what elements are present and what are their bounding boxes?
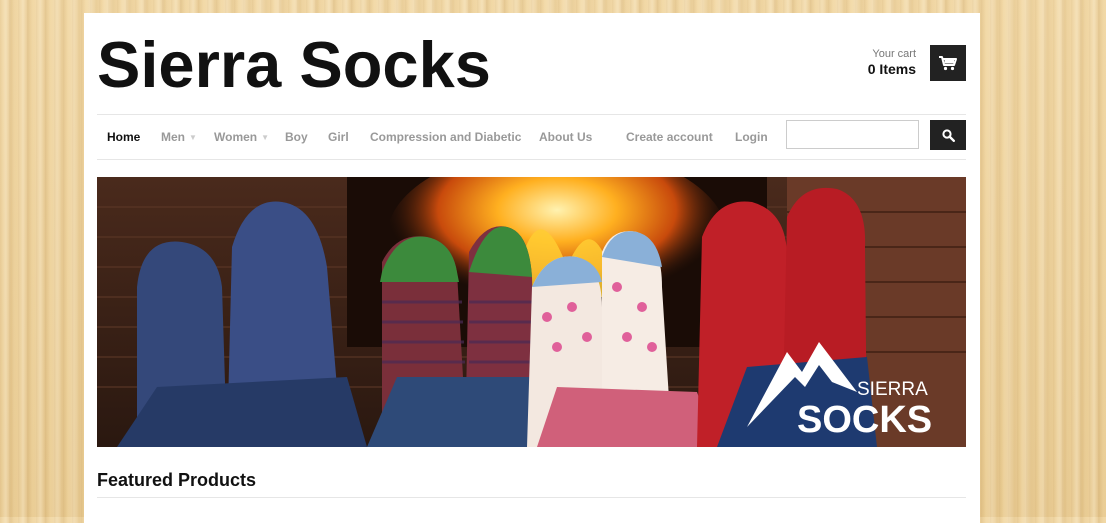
nav-men-label: Men — [161, 130, 185, 144]
page-container: Sierra Socks Your cart 0 Items Home Men ▼… — [84, 13, 980, 523]
nav-women[interactable]: Women ▼ — [214, 130, 269, 144]
nav-boy[interactable]: Boy — [285, 130, 308, 144]
cart-label: Your cart — [872, 48, 916, 60]
section-divider — [97, 497, 966, 498]
store-logo[interactable]: Sierra Socks — [97, 30, 491, 100]
nav-home[interactable]: Home — [107, 130, 140, 144]
cart-summary[interactable]: Your cart 0 Items — [868, 48, 916, 78]
nav-men[interactable]: Men ▼ — [161, 130, 197, 144]
hero-logo-line2: SOCKS — [797, 399, 932, 441]
nav-about-us[interactable]: About Us — [539, 130, 592, 144]
nav-girl[interactable]: Girl — [328, 130, 349, 144]
search-button[interactable] — [930, 120, 966, 150]
nav-compression-diabetic[interactable]: Compression and Diabetic — [370, 130, 521, 144]
nav-women-label: Women — [214, 130, 258, 144]
search-icon — [941, 128, 955, 142]
shopping-cart-icon — [939, 56, 957, 71]
nav-create-account[interactable]: Create account — [626, 130, 713, 144]
hero-logo-line1: SIERRA — [857, 379, 928, 400]
cart-button[interactable] — [930, 45, 966, 81]
hero-banner-image: SIERRA SOCKS — [97, 177, 966, 447]
nav-login[interactable]: Login — [735, 130, 768, 144]
search-input[interactable] — [786, 120, 919, 149]
chevron-down-icon: ▼ — [189, 133, 197, 142]
main-navigation: Home Men ▼ Women ▼ Boy Girl Compression an… — [97, 114, 966, 160]
cart-item-count: 0 Items — [867, 61, 916, 77]
hero-banner[interactable]: SIERRA SOCKS — [97, 177, 966, 447]
featured-products-heading: Featured Products — [97, 470, 257, 490]
chevron-down-icon: ▼ — [261, 133, 270, 142]
cart-widget[interactable]: Your cart 0 Items — [868, 45, 966, 81]
